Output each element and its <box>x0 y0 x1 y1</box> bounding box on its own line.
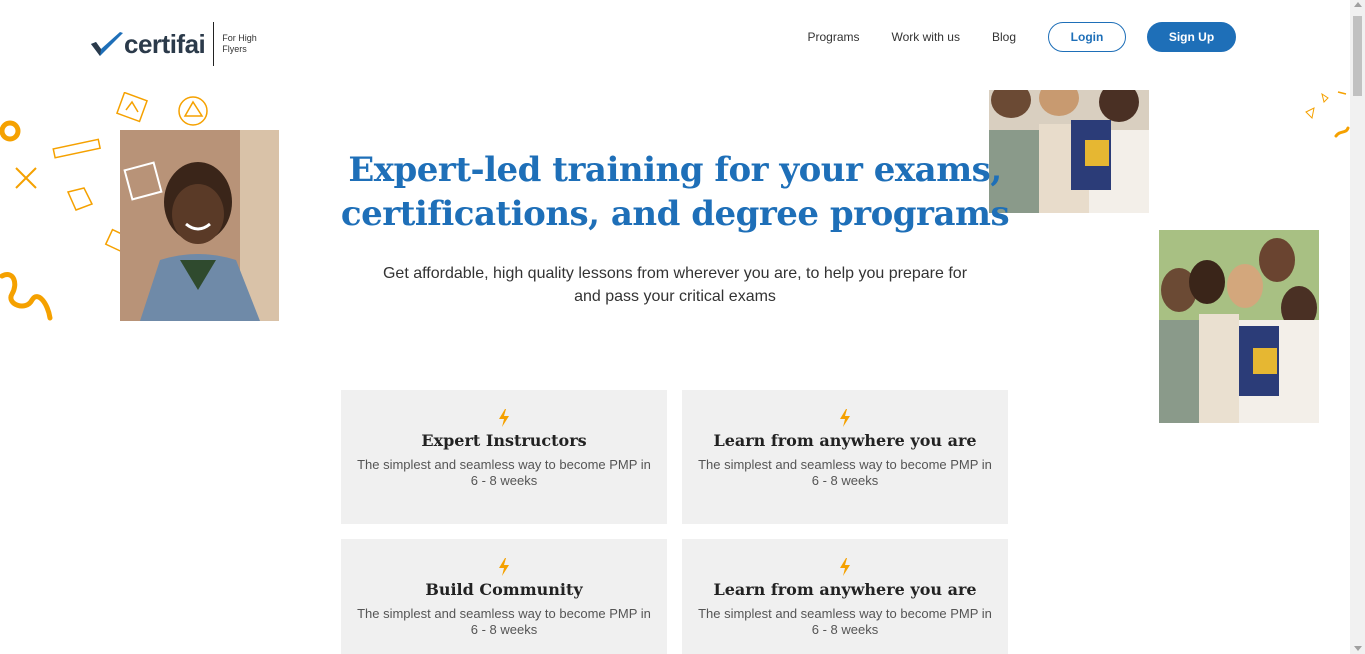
scroll-up-arrow-icon[interactable] <box>1354 2 1362 7</box>
site-header: certifai For High Flyers Programs Work w… <box>0 0 1350 80</box>
pencil-cross-doodle-icon <box>15 167 37 189</box>
feature-description: The simplest and seamless way to become … <box>698 606 992 637</box>
brand-tagline: For High Flyers <box>222 33 257 54</box>
students-group-photo-top <box>989 90 1149 213</box>
hero-subtitle: Get affordable, high quality lessons fro… <box>382 265 968 305</box>
feature-description: The simplest and seamless way to become … <box>357 606 651 637</box>
feature-card: Learn from anywhere you are The simplest… <box>682 539 1008 654</box>
student-portrait-photo <box>120 130 279 321</box>
feature-title: Learn from anywhere you are <box>713 580 977 599</box>
students-group-photo-right <box>1159 230 1319 423</box>
feature-description: The simplest and seamless way to become … <box>357 457 651 488</box>
triangle-circle-doodle-icon <box>178 96 208 126</box>
main-nav: Programs Work with us Blog Login Sign Up <box>807 22 1236 52</box>
lightning-bolt-icon <box>840 558 850 576</box>
nav-link-programs[interactable]: Programs <box>807 30 859 44</box>
feature-card: Learn from anywhere you are The simplest… <box>682 390 1008 524</box>
feature-title: Learn from anywhere you are <box>713 431 977 450</box>
login-button[interactable]: Login <box>1048 22 1126 52</box>
logo-divider <box>213 22 215 66</box>
nav-link-blog[interactable]: Blog <box>992 30 1016 44</box>
lightning-bolt-icon <box>499 558 509 576</box>
brand-logo[interactable]: certifai For High Flyers <box>90 22 262 66</box>
ring-doodle-icon <box>0 120 21 142</box>
scroll-down-arrow-icon[interactable] <box>1354 646 1362 651</box>
hero-title-line-1: Expert-led training for your exams, <box>348 150 1002 190</box>
hero-title-line-2: certifications, and degree programs <box>340 194 1010 234</box>
squiggle-doodle-icon <box>0 272 53 321</box>
scroll-thumb[interactable] <box>1353 16 1362 96</box>
feature-title: Build Community <box>425 580 583 599</box>
ruler-doodle-icon <box>52 138 102 159</box>
feature-card: Expert Instructors The simplest and seam… <box>341 390 667 524</box>
feature-description: The simplest and seamless way to become … <box>698 457 992 488</box>
hero-title: Expert-led training for your exams, cert… <box>340 148 1010 236</box>
drawing-board-doodle-icon <box>116 92 148 123</box>
checkmark-logo-icon <box>91 32 123 56</box>
lightning-bolt-icon <box>499 409 509 427</box>
signup-button[interactable]: Sign Up <box>1147 22 1236 52</box>
feature-title: Expert Instructors <box>421 431 587 450</box>
nav-link-work-with-us[interactable]: Work with us <box>892 30 960 44</box>
note-doodle-icon <box>66 187 94 211</box>
brand-name: certifai <box>124 28 206 59</box>
lightning-bolt-icon <box>840 409 850 427</box>
page-scrollbar[interactable] <box>1350 0 1365 654</box>
right-doodles-icon <box>1305 91 1350 138</box>
feature-card: Build Community The simplest and seamles… <box>341 539 667 654</box>
